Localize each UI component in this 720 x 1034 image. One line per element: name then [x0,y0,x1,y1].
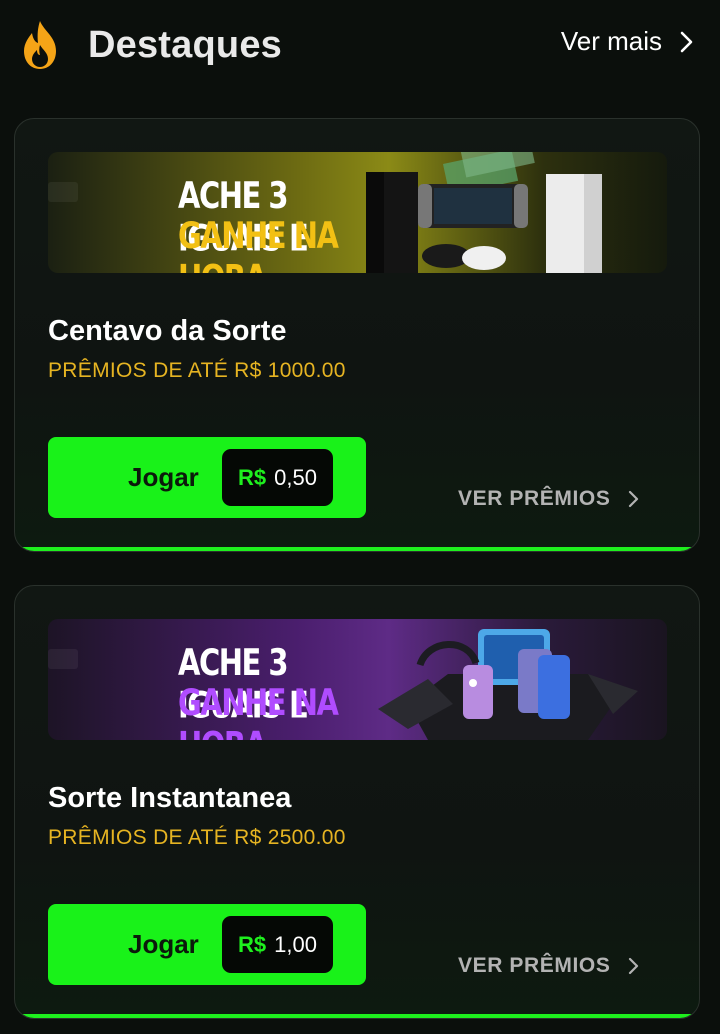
chevron-right-icon [629,490,639,508]
banner-tagline: GANHE NA HORA [178,214,339,273]
game-prize-range: PRÊMIOS DE ATÉ R$ 2500.00 [48,826,346,849]
price-currency: R$ [238,464,267,490]
play-button[interactable]: Jogar R$ 1,00 [48,904,366,985]
play-label: Jogar [128,929,199,959]
game-card: ACHE 3 IGUAIS E GANHE NA HORA Sorte Inst… [14,585,700,1019]
game-prize-range: PRÊMIOS DE ATÉ R$ 1000.00 [48,359,346,382]
view-prizes-label: VER PRÊMIOS [458,954,611,977]
play-button[interactable]: Jogar R$ 0,50 [48,437,366,518]
view-prizes-label: VER PRÊMIOS [458,487,611,510]
fire-icon [24,21,56,69]
price-currency: R$ [238,931,267,957]
game-banner[interactable]: ACHE 3 IGUAIS E GANHE NA HORA [48,619,667,740]
price-badge: R$ 0,50 [222,449,333,506]
price-value: 0,50 [274,464,317,490]
see-more-link[interactable]: Ver mais [561,26,694,57]
view-prizes-link[interactable]: VER PRÊMIOS [458,487,639,511]
banner-tagline: GANHE NA HORA [178,681,339,740]
game-card: ACHE 3 IGUAIS E GANHE NA HORA Centavo da… [14,118,700,552]
section-title: Destaques [88,23,282,66]
view-prizes-link[interactable]: VER PRÊMIOS [458,954,639,978]
game-title: Centavo da Sorte [48,315,287,347]
play-label: Jogar [128,462,199,492]
see-more-label: Ver mais [560,26,662,56]
price-badge: R$ 1,00 [222,916,333,973]
page: Destaques Ver mais ACHE 3 IGUAIS E GANHE… [0,0,720,1034]
game-banner[interactable]: ACHE 3 IGUAIS E GANHE NA HORA [48,152,667,273]
section-header: Destaques Ver mais [0,0,720,90]
chevron-right-icon [680,31,693,52]
chevron-right-icon [629,957,639,975]
price-value: 1,00 [274,931,317,957]
game-title: Sorte Instantanea [48,782,292,814]
